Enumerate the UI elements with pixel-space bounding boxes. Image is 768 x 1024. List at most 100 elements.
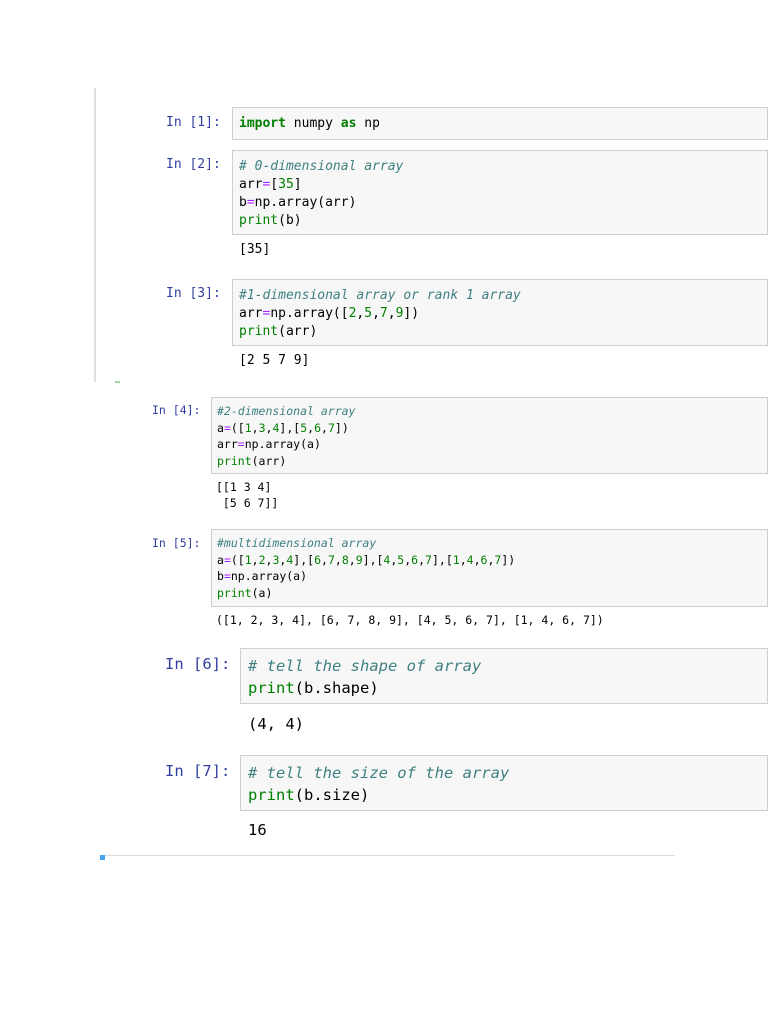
code-line: b=np.array(arr)	[239, 194, 761, 212]
keyword-token: as	[340, 116, 357, 131]
code-line: a=([1,2,3,4],[6,7,8,9],[4,5,6,7],[1,4,6,…	[217, 552, 762, 569]
code-input[interactable]: #1-dimensional array or rank 1 array arr=…	[232, 279, 768, 346]
number-token: 5	[364, 306, 373, 321]
code-input[interactable]: # tell the shape of array print(b.shape)	[240, 648, 768, 704]
code-token: b	[239, 195, 247, 210]
code-token: np.array(arr)	[254, 195, 357, 210]
code-line: # 0-dimensional array	[239, 158, 761, 176]
cell-output: ([1, 2, 3, 4], [6, 7, 8, 9], [4, 5, 6, 7…	[216, 613, 604, 627]
code-token: (b.size)	[294, 786, 370, 804]
code-line: # tell the shape of array	[248, 655, 760, 677]
code-token: b	[217, 569, 224, 583]
builtin-token: print	[248, 786, 295, 804]
operator-token: =	[223, 552, 231, 567]
cell-prompt: In [2]:	[166, 157, 221, 172]
comment-token: # 0-dimensional array	[239, 159, 404, 174]
code-line: import numpy as np	[239, 115, 761, 133]
number-token: 8	[341, 552, 349, 567]
number-token: 2	[258, 552, 266, 567]
cell-prompt: In [1]:	[166, 115, 221, 130]
number-token: 1	[244, 552, 252, 567]
code-line: # tell the size of the array	[248, 762, 760, 784]
number-token: 6	[314, 420, 322, 435]
code-token: ([	[230, 420, 245, 435]
code-input[interactable]: # tell the size of the array print(b.size…	[240, 755, 768, 811]
code-token: ,	[334, 552, 342, 567]
code-input[interactable]: #2-dimensional array a=([1,3,4],[5,6,7]) a…	[211, 397, 768, 474]
code-token: ,	[459, 552, 467, 567]
cell-prompt: In [4]:	[152, 403, 201, 417]
code-line: arr=np.array(a)	[217, 436, 762, 453]
code-token: np.array(a)	[244, 437, 321, 451]
code-token: ],[	[431, 552, 453, 567]
number-token: 6	[314, 552, 322, 567]
code-token: ,	[251, 552, 259, 567]
number-token: 7	[425, 552, 432, 567]
number-token: 7	[327, 552, 335, 567]
code-token: np	[356, 116, 380, 131]
code-line: #multidimensional array	[217, 535, 762, 552]
code-input[interactable]: # 0-dimensional array arr=[35] b=np.array(…	[232, 150, 768, 235]
cell-prompt: In [3]:	[166, 286, 221, 301]
code-token: ])	[334, 420, 349, 435]
operator-token: =	[237, 437, 245, 451]
code-token: ])	[403, 306, 420, 321]
code-token: np.array(a)	[230, 569, 308, 583]
code-token: ])	[501, 552, 516, 567]
number-token: 1	[244, 420, 252, 435]
number-token: 3	[258, 420, 266, 435]
code-token: numpy	[285, 116, 341, 131]
operator-token: =	[223, 420, 231, 435]
code-token: a	[217, 552, 224, 567]
code-token: a	[217, 420, 224, 435]
code-token: ,	[418, 552, 426, 567]
code-token: (arr)	[278, 324, 318, 339]
code-token: ,	[387, 306, 396, 321]
code-token: ,	[473, 552, 481, 567]
code-line: #2-dimensional array	[217, 403, 762, 420]
cell-output: 16	[248, 821, 267, 839]
number-token: 1	[452, 552, 460, 567]
code-line: arr=np.array([2,5,7,9])	[239, 305, 761, 323]
comment-token: #2-dimensional array	[217, 404, 356, 418]
code-token: ],[	[362, 552, 384, 567]
builtin-token: print	[239, 324, 279, 339]
code-line: print(a)	[217, 585, 762, 602]
builtin-token: print	[248, 679, 295, 697]
code-input[interactable]: import numpy as np	[232, 107, 768, 140]
code-token: ,	[321, 552, 328, 567]
code-token: (a)	[251, 585, 273, 600]
code-token: ],[	[279, 420, 301, 435]
comment-token: # tell the shape of array	[248, 657, 482, 675]
code-line: a=([1,3,4],[5,6,7])	[217, 420, 762, 437]
page-divider	[100, 855, 675, 856]
builtin-token: print	[217, 585, 252, 600]
cell-output: [35]	[239, 242, 271, 257]
code-line: print(b)	[239, 212, 761, 230]
cell-output: [[1 3 4] [5 6 7]]	[216, 480, 279, 510]
cell-output: (4, 4)	[248, 715, 304, 733]
cell-prompt: In [6]:	[165, 655, 231, 673]
code-token: ([	[230, 552, 245, 567]
number-token: 7	[379, 306, 388, 321]
code-token: (b)	[278, 213, 302, 228]
number-token: 9	[355, 552, 363, 567]
comment-token: # tell the size of the array	[248, 764, 510, 782]
code-line: print(b.size)	[248, 784, 760, 806]
keyword-token: import	[239, 116, 286, 131]
code-line: print(arr)	[239, 323, 761, 341]
code-token: arr	[239, 177, 263, 192]
cell-prompt: In [5]:	[152, 536, 201, 550]
code-token: arr	[217, 437, 238, 451]
code-token: (arr)	[251, 453, 287, 468]
code-input[interactable]: #multidimensional array a=([1,2,3,4],[6,7…	[211, 529, 768, 607]
code-token: np.array([	[270, 306, 349, 321]
code-token: ]	[293, 177, 302, 192]
cell-prompt: In [7]:	[165, 762, 231, 780]
code-line: b=np.array(a)	[217, 568, 762, 585]
builtin-token: print	[217, 453, 252, 468]
builtin-token: print	[239, 213, 279, 228]
code-token: arr	[239, 306, 263, 321]
notebook: In [1]: import numpy as np In [2]: # 0-d…	[0, 0, 768, 1024]
code-token: (b.shape)	[294, 679, 379, 697]
